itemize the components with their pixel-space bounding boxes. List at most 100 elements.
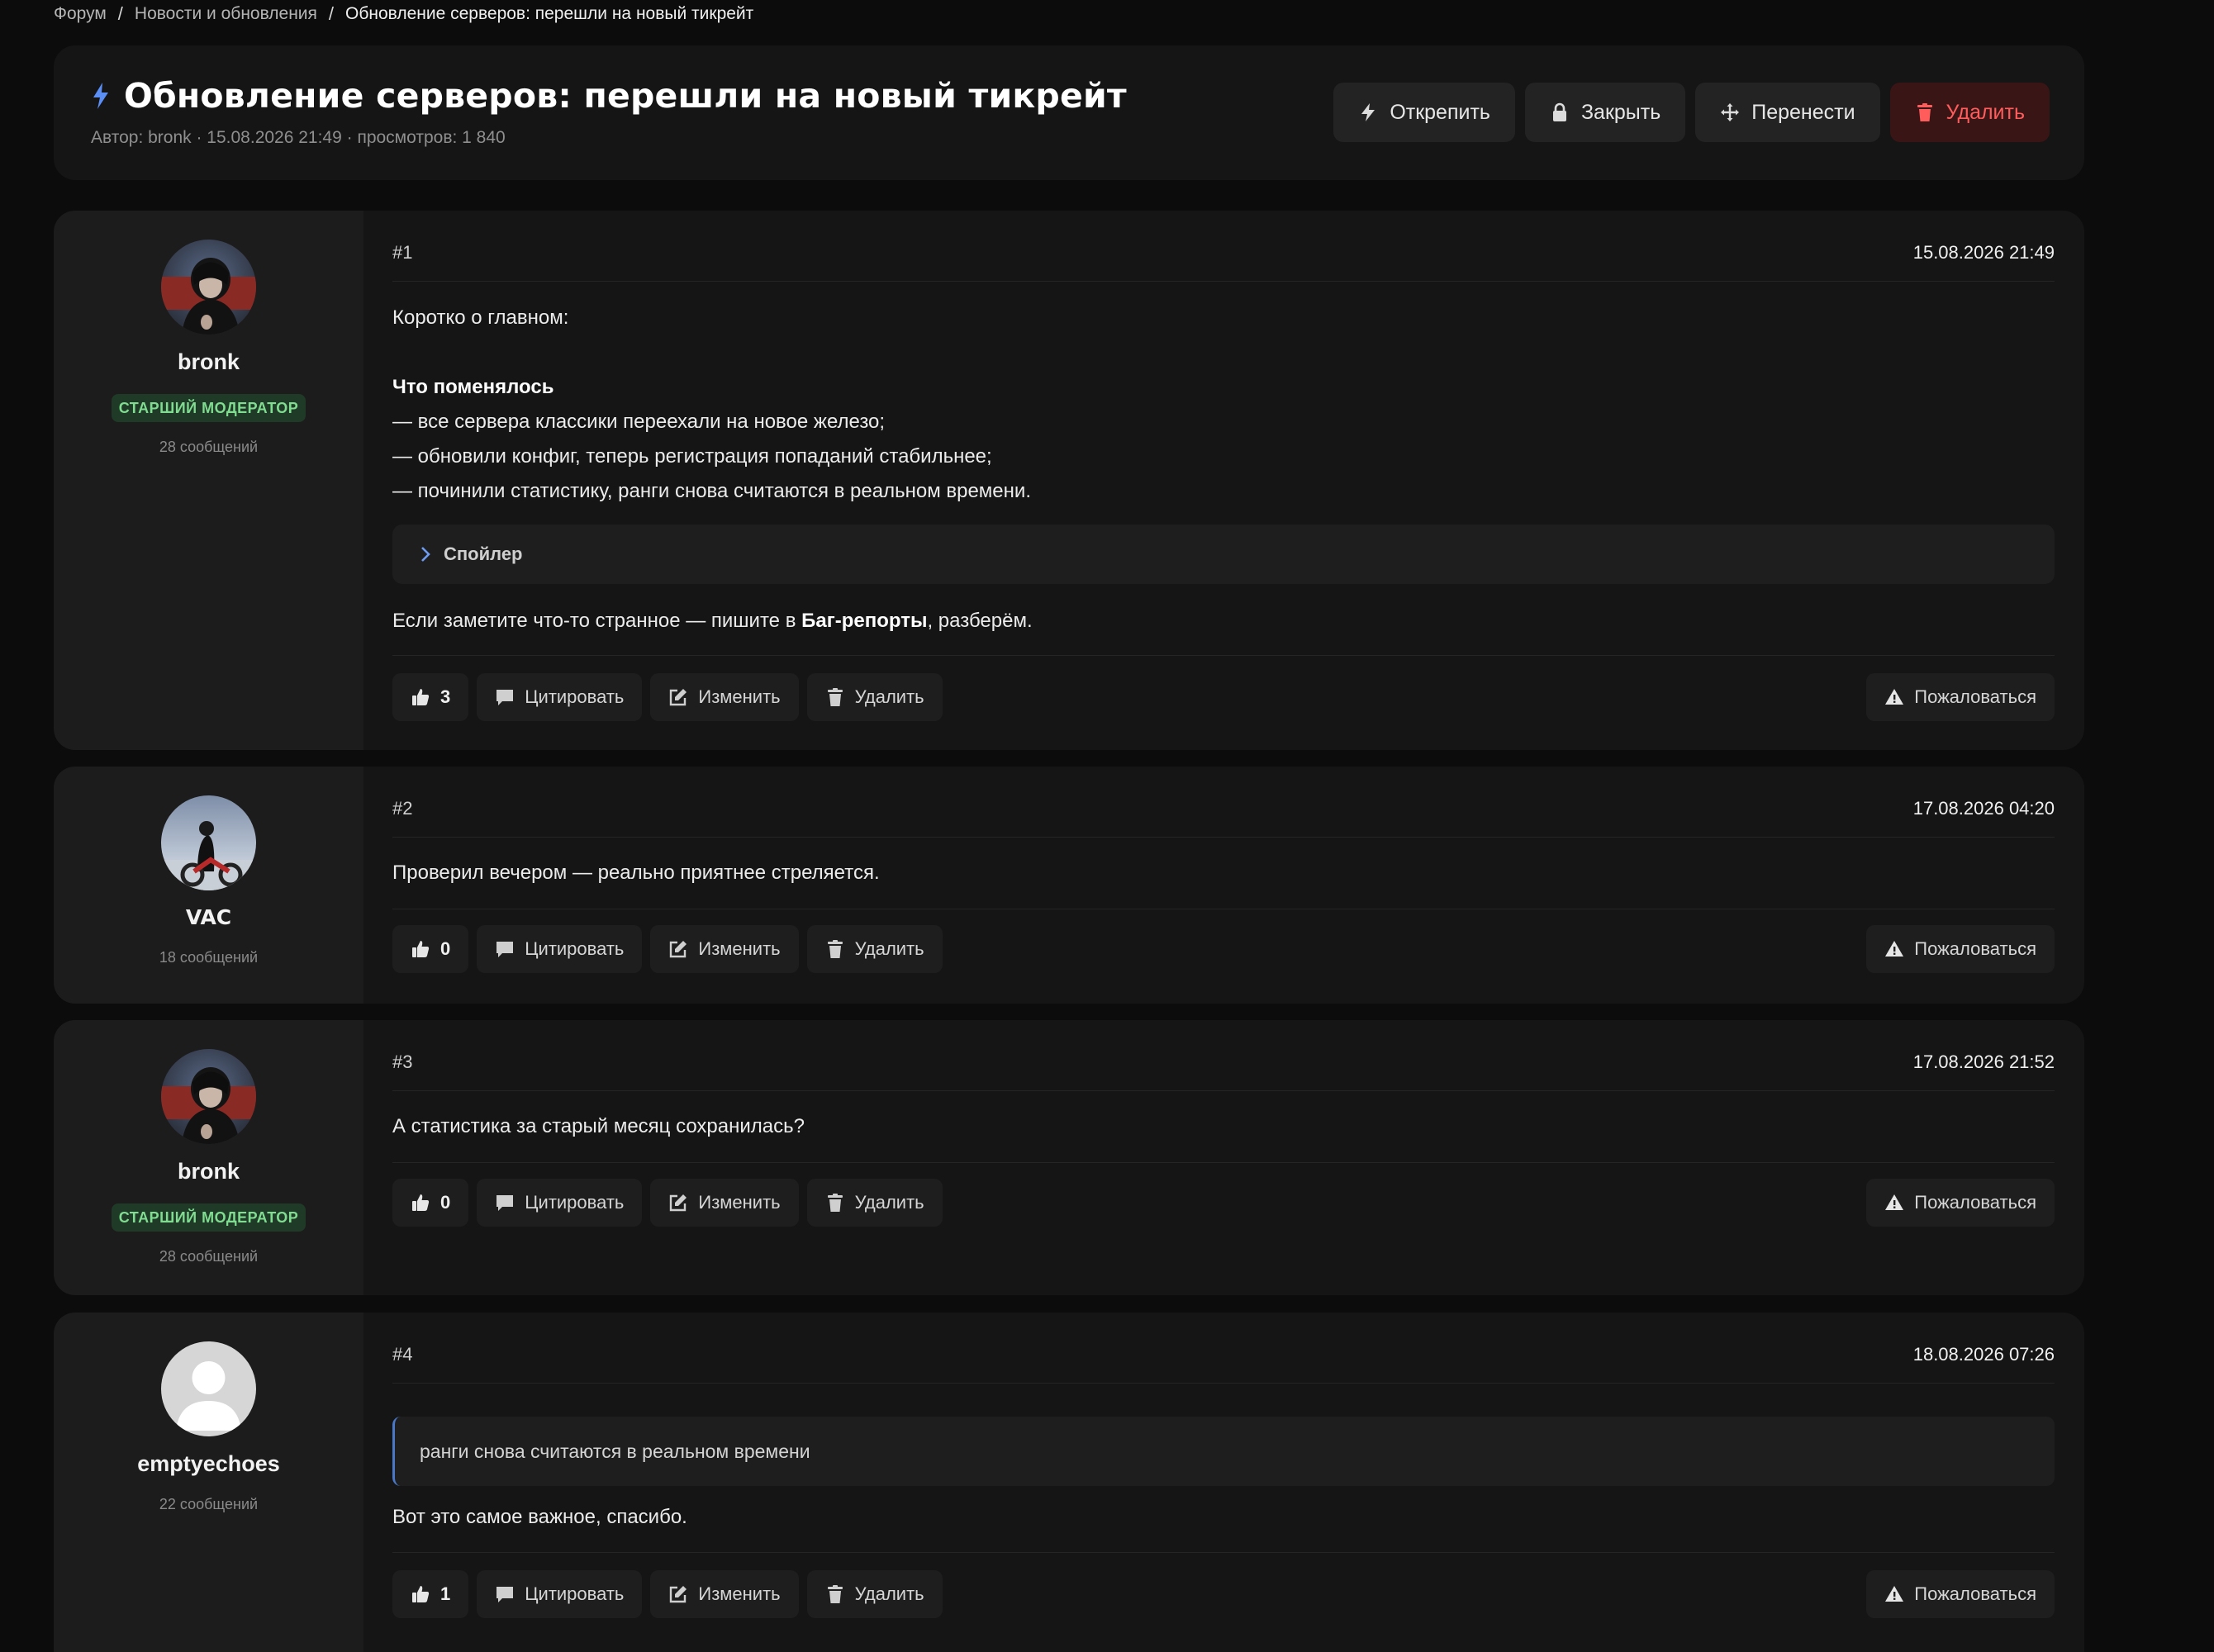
message-count: 22 сообщений (159, 1496, 259, 1512)
blockquote: ранги снова считаются в реальном времени (392, 1417, 2055, 1486)
report-label: Пожаловаться (1914, 686, 2036, 707)
unpin-button[interactable]: Открепить (1333, 83, 1515, 142)
author-panel: VAC 18 сообщений (54, 767, 363, 1004)
speech-bubble-icon (496, 1195, 514, 1211)
quote-label: Цитировать (525, 1192, 625, 1213)
post-date: 17.08.2026 04:20 (1912, 798, 2055, 819)
delete-label: Удалить (854, 1192, 924, 1213)
breadcrumb-forum[interactable]: Форум (54, 4, 107, 24)
report-button[interactable]: Пожаловаться (1866, 1570, 2055, 1618)
post-content: #2 17.08.2026 04:20 Проверил вечером — р… (392, 767, 2055, 1004)
edit-icon (670, 1194, 687, 1212)
bug-reports-link[interactable]: Баг-репорты (801, 610, 927, 632)
like-button[interactable]: 0 (392, 925, 469, 973)
edit-button[interactable]: Изменить (650, 673, 799, 721)
spoiler-label: Спойлер (444, 544, 523, 564)
quote-label: Цитировать (525, 1583, 625, 1604)
divider (392, 1162, 2055, 1163)
quote-button[interactable]: Цитировать (477, 925, 643, 973)
trash-icon (1917, 103, 1932, 121)
divider (392, 1552, 2055, 1553)
warning-icon (1885, 689, 1904, 705)
delete-label: Удалить (854, 686, 924, 707)
edit-icon (670, 1586, 687, 1603)
move-arrows-icon (1721, 103, 1740, 121)
quote-button[interactable]: Цитировать (477, 1179, 643, 1227)
post-number[interactable]: #3 (392, 1051, 412, 1073)
quote-button[interactable]: Цитировать (477, 673, 643, 721)
post-3: bronk СТАРШИЙ МОДЕРАТОР 28 сообщений #3 … (54, 1020, 2084, 1295)
close-thread-button[interactable]: Закрыть (1524, 83, 1686, 142)
breadcrumb-current: Обновление серверов: перешли на новый ти… (345, 4, 754, 23)
message-count: 28 сообщений (159, 1248, 259, 1265)
trash-icon (827, 1194, 843, 1212)
edit-icon (670, 941, 687, 958)
delete-button[interactable]: Удалить (806, 673, 943, 721)
post-date: 15.08.2026 21:49 (1912, 242, 2055, 263)
author-name[interactable]: VAC (54, 905, 363, 929)
thread-header: Обновление серверов: перешли на новый ти… (54, 45, 2084, 180)
bolt-icon (1361, 103, 1375, 121)
divider (392, 655, 2055, 656)
report-button[interactable]: Пожаловаться (1866, 1179, 2055, 1227)
thumbs-up-icon (412, 1586, 430, 1602)
author-name[interactable]: emptyechoes (54, 1451, 363, 1477)
like-button[interactable]: 0 (392, 1179, 469, 1227)
like-button[interactable]: 3 (392, 673, 469, 721)
move-label: Перенести (1751, 100, 1855, 124)
like-count: 1 (440, 1583, 451, 1604)
breadcrumb-news[interactable]: Новости и обновления (135, 4, 317, 24)
edit-button[interactable]: Изменить (650, 1179, 799, 1227)
avatar[interactable] (161, 1341, 256, 1436)
avatar[interactable] (161, 795, 256, 890)
move-thread-button[interactable]: Перенести (1695, 83, 1880, 142)
post-number[interactable]: #1 (392, 242, 412, 263)
lock-icon (1552, 102, 1566, 121)
author-name[interactable]: bronk (54, 1159, 363, 1184)
avatar[interactable] (161, 240, 256, 335)
avatar[interactable] (161, 1049, 256, 1144)
thread-title-text: Обновление серверов: перешли на новый ти… (124, 76, 1127, 116)
like-button[interactable]: 1 (392, 1570, 469, 1618)
report-label: Пожаловаться (1914, 1583, 2036, 1604)
post-text: Проверил вечером — реально приятнее стре… (392, 862, 880, 884)
delete-button[interactable]: Удалить (806, 1570, 943, 1618)
role-badge: СТАРШИЙ МОДЕРАТОР (112, 394, 306, 422)
edit-label: Изменить (698, 686, 781, 707)
delete-button[interactable]: Удалить (806, 925, 943, 973)
thread-meta: Автор: bronk · 15.08.2026 21:49 · просмо… (91, 128, 506, 147)
warning-icon (1885, 1586, 1904, 1602)
breadcrumb: Форум / Новости и обновления / Обновлени… (54, 2, 753, 26)
edit-button[interactable]: Изменить (650, 925, 799, 973)
quote-button[interactable]: Цитировать (477, 1570, 643, 1618)
divider (392, 837, 2055, 838)
post-line: — починили статистику, ранги снова счита… (392, 480, 1031, 502)
report-button[interactable]: Пожаловаться (1866, 673, 2055, 721)
warning-icon (1885, 941, 1904, 957)
like-count: 0 (440, 938, 451, 959)
delete-thread-button[interactable]: Удалить (1889, 83, 2050, 142)
post-content: #1 15.08.2026 21:49 Коротко о главном: Ч… (392, 211, 2055, 750)
warning-icon (1885, 1194, 1904, 1210)
delete-label: Удалить (1946, 100, 2025, 124)
post-number[interactable]: #2 (392, 798, 412, 819)
author-panel: emptyechoes 22 сообщений (54, 1313, 363, 1652)
spoiler-toggle[interactable]: Спойлер (392, 525, 2055, 584)
post-1: bronk СТАРШИЙ МОДЕРАТОР 28 сообщений #1 … (54, 211, 2084, 750)
outro-text-end: , разберём. (927, 610, 1033, 632)
like-count: 3 (440, 686, 451, 707)
trash-icon (827, 688, 843, 706)
trash-icon (827, 1585, 843, 1603)
chevron-right-icon (421, 547, 430, 562)
quote-label: Цитировать (525, 938, 625, 959)
breadcrumb-separator: / (328, 3, 335, 24)
report-button[interactable]: Пожаловаться (1866, 925, 2055, 973)
avatar-bronk-image (161, 1049, 256, 1144)
post-date: 17.08.2026 21:52 (1912, 1051, 2055, 1072)
author-name[interactable]: bronk (54, 349, 363, 375)
delete-button[interactable]: Удалить (806, 1179, 943, 1227)
page-title: Обновление серверов: перешли на новый ти… (91, 76, 1127, 116)
edit-button[interactable]: Изменить (650, 1570, 799, 1618)
edit-label: Изменить (698, 938, 781, 959)
post-number[interactable]: #4 (392, 1344, 412, 1365)
